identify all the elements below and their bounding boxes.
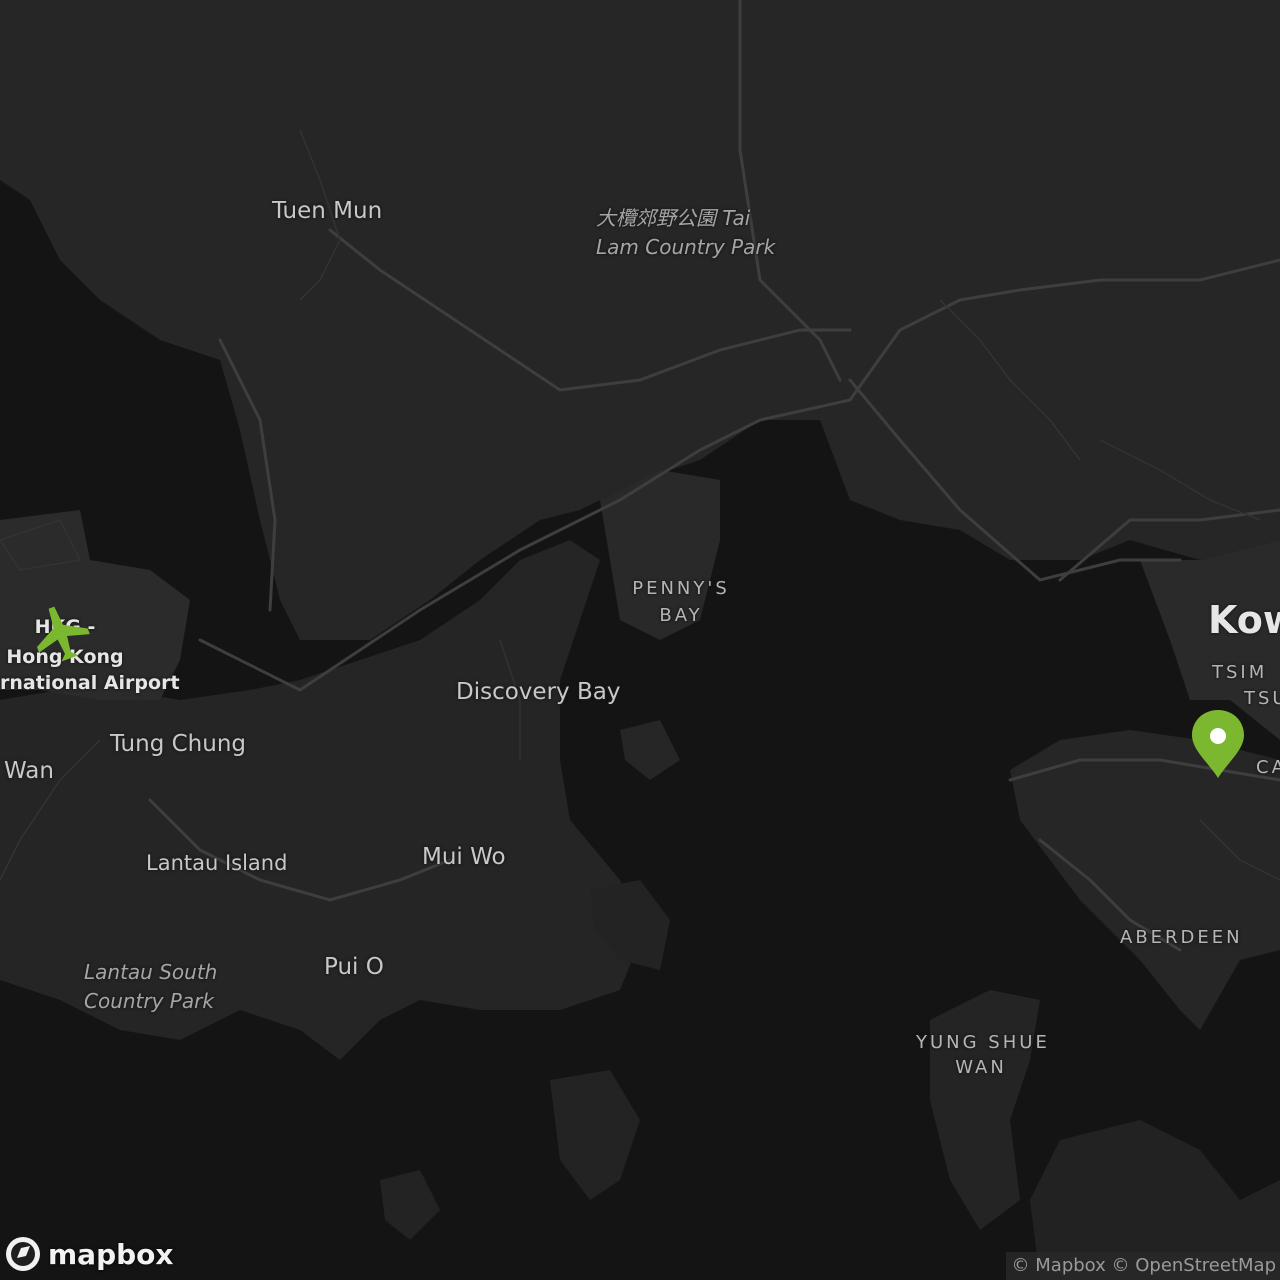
- label-yung-shue-wan-line1: YUNG SHUE: [916, 1032, 1050, 1053]
- label-tai-lam-line1: 大欖郊野公園 Tai: [596, 206, 751, 230]
- label-pui-o: Pui O: [324, 954, 384, 980]
- label-lantau-island: Lantau Island: [146, 851, 288, 875]
- label-wan: Wan: [4, 758, 54, 784]
- map-base-layer: [0, 0, 1280, 1280]
- label-pennys-bay-line1: PENNY'S: [632, 578, 730, 599]
- label-lantau-south-line2: Country Park: [84, 989, 214, 1013]
- label-mui-wo: Mui Wo: [422, 844, 506, 870]
- label-aberdeen: ABERDEEN: [1120, 927, 1243, 948]
- attribution[interactable]: © Mapbox © OpenStreetMap: [1005, 1252, 1280, 1280]
- map-pin-icon[interactable]: [1190, 708, 1246, 780]
- mapbox-logo[interactable]: mapbox: [4, 1234, 173, 1274]
- map-canvas[interactable]: Tuen Mun 大欖郊野公園 Tai Lam Country Park PEN…: [0, 0, 1280, 1280]
- label-tuen-mun: Tuen Mun: [272, 198, 383, 224]
- mapbox-logo-icon: [6, 1237, 40, 1271]
- label-lantau-south-line1: Lantau South: [84, 960, 218, 984]
- label-airport-line3: rnational Airport: [0, 672, 180, 694]
- label-tsim-line2: TSU: [1244, 688, 1280, 709]
- label-tai-lam-line2: Lam Country Park: [596, 235, 776, 259]
- airplane-icon[interactable]: [30, 604, 92, 664]
- label-pennys-bay-line2: BAY: [659, 605, 703, 626]
- label-tsim-line1: TSIM: [1212, 662, 1268, 683]
- label-tung-chung: Tung Chung: [110, 731, 247, 757]
- label-ca: CA: [1256, 757, 1280, 778]
- label-discovery-bay: Discovery Bay: [456, 679, 621, 705]
- label-yung-shue-wan-line2: WAN: [955, 1057, 1007, 1078]
- mapbox-logo-text: mapbox: [48, 1237, 174, 1271]
- label-kowloon: Kow: [1208, 598, 1280, 642]
